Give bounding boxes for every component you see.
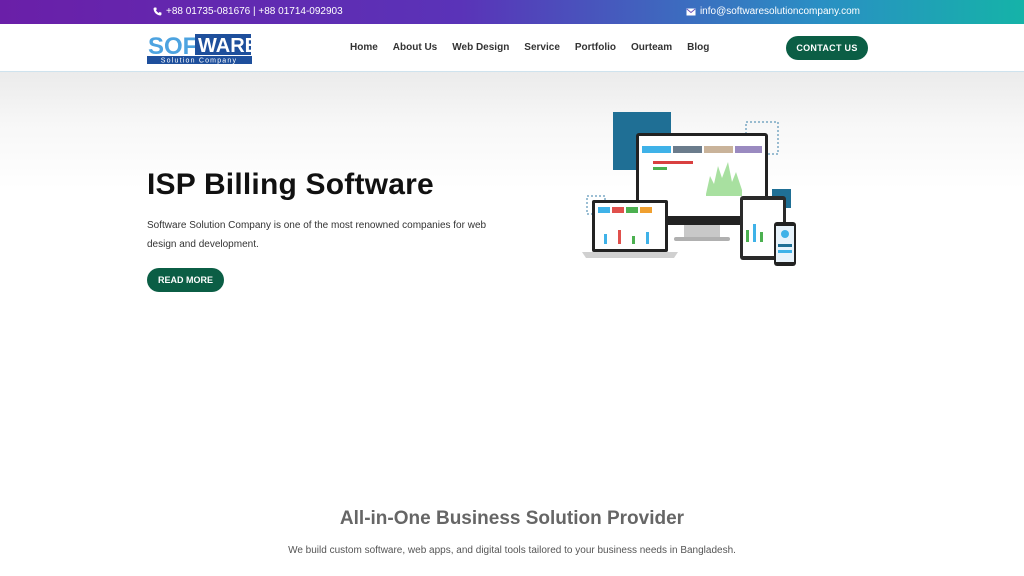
svg-text:WARE: WARE [198,35,252,57]
svg-text:Solution Company: Solution Company [161,58,237,65]
main-nav: Home About Us Web Design Service Portfol… [350,42,709,53]
nav-blog[interactable]: Blog [687,42,709,53]
envelope-icon [686,8,696,16]
nav-portfolio[interactable]: Portfolio [575,42,616,53]
hero-title: ISP Billing Software [147,168,434,201]
nav-service[interactable]: Service [524,42,560,53]
read-more-button[interactable]: READ MORE [147,268,224,292]
nav-home[interactable]: Home [350,42,378,53]
phone-text: +88 01735-081676 | +88 01714-092903 [166,6,343,17]
phone-icon [153,7,162,16]
devices-illustration [580,112,800,272]
nav-ourteam[interactable]: Ourteam [631,42,672,53]
hero-description: Software Solution Company is one of the … [147,220,487,250]
section-title: All-in-One Business Solution Provider [339,508,685,529]
nav-about-us[interactable]: About Us [393,42,437,53]
site-header: SOF WARE Solution Company Home About Us … [0,24,1024,72]
contact-us-button[interactable]: CONTACT US [786,36,868,60]
phone-numbers[interactable]: +88 01735-081676 | +88 01714-092903 [153,6,343,17]
company-logo[interactable]: SOF WARE Solution Company [147,31,258,65]
nav-web-design[interactable]: Web Design [452,42,509,53]
email-text: info@softwaresolutioncompany.com [699,6,860,17]
hero-section: ISP Billing Software Software Solution C… [0,72,1024,332]
email-link[interactable]: info@softwaresolutioncompany.com [686,6,860,17]
svg-text:SOF: SOF [148,33,197,60]
top-contact-bar: +88 01735-081676 | +88 01714-092903 info… [0,0,1024,24]
section-subtitle: We build custom software, web apps, and … [288,545,736,556]
